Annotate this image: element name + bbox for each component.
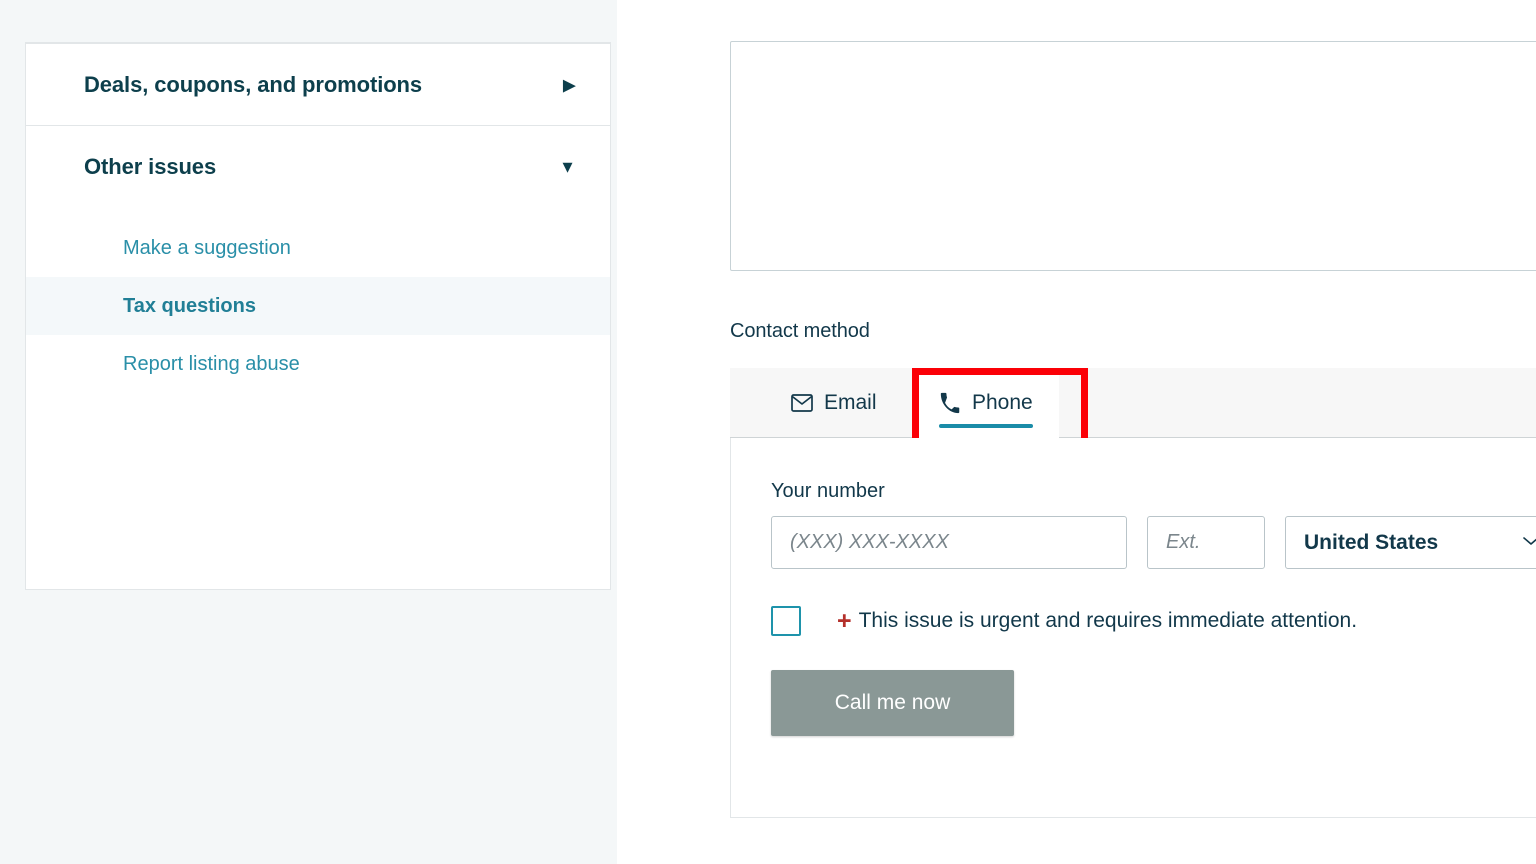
issue-description-textarea[interactable] bbox=[730, 41, 1536, 271]
contact-method-tabs: Email Phone Your number (XXX) XXX-XXXX E… bbox=[730, 368, 1536, 818]
phone-extension-input[interactable] bbox=[1147, 516, 1265, 569]
sidebar-item-report-listing-abuse[interactable]: Report listing abuse bbox=[26, 335, 610, 393]
sidebar-item-make-a-suggestion[interactable]: Make a suggestion bbox=[26, 219, 610, 277]
tab-email-label: Email bbox=[824, 391, 877, 414]
phone-tab-panel: Your number United States bbox=[730, 438, 1536, 818]
phone-number-input[interactable] bbox=[771, 516, 1127, 569]
tab-phone-label: Phone bbox=[972, 391, 1033, 414]
sidebar-item-label: Tax questions bbox=[123, 295, 256, 318]
country-select-value: United States bbox=[1304, 531, 1439, 554]
accordion-deals-label: Deals, coupons, and promotions bbox=[84, 72, 423, 97]
tab-phone[interactable]: Phone bbox=[913, 368, 1059, 438]
country-select[interactable]: United States bbox=[1285, 516, 1536, 569]
contact-method-label: Contact method bbox=[730, 320, 870, 342]
urgent-label: This issue is urgent and requires immedi… bbox=[858, 609, 1358, 632]
tab-active-underline bbox=[939, 424, 1033, 428]
urgent-issue-row: + This issue is urgent and requires imme… bbox=[771, 606, 1357, 636]
other-issues-sublist: Make a suggestion Tax questions Report l… bbox=[26, 207, 610, 415]
accordion-deals-coupons-promotions[interactable]: Deals, coupons, and promotions ▶ bbox=[26, 44, 610, 125]
accordion-other-issues-label: Other issues bbox=[84, 154, 217, 180]
tab-bar: Email Phone bbox=[730, 368, 1536, 438]
app-screen: Deals, coupons, and promotions ▶ Other i… bbox=[0, 0, 1536, 864]
call-me-now-button[interactable]: Call me now bbox=[771, 670, 1014, 736]
chevron-right-icon: ▶ bbox=[562, 75, 576, 95]
chevron-down-icon bbox=[1522, 534, 1536, 552]
chevron-down-icon: ▼ bbox=[559, 157, 576, 177]
urgent-checkbox[interactable] bbox=[771, 606, 801, 636]
phone-icon bbox=[939, 392, 961, 414]
accordion-other-issues[interactable]: Other issues ▼ bbox=[26, 126, 610, 207]
plus-icon: + bbox=[837, 606, 852, 635]
main-content: Contact method Email Phone Your number (… bbox=[617, 0, 1536, 864]
sidebar-item-label: Report listing abuse bbox=[123, 353, 300, 376]
phone-fields-row: United States bbox=[771, 516, 1536, 569]
your-number-label: Your number bbox=[771, 480, 885, 502]
tab-email[interactable]: Email bbox=[765, 368, 903, 438]
envelope-icon bbox=[791, 394, 813, 412]
sidebar-item-label: Make a suggestion bbox=[123, 237, 291, 260]
help-topics-sidebar: Deals, coupons, and promotions ▶ Other i… bbox=[25, 42, 611, 590]
left-column: Deals, coupons, and promotions ▶ Other i… bbox=[0, 0, 617, 864]
sidebar-item-tax-questions[interactable]: Tax questions bbox=[26, 277, 610, 336]
